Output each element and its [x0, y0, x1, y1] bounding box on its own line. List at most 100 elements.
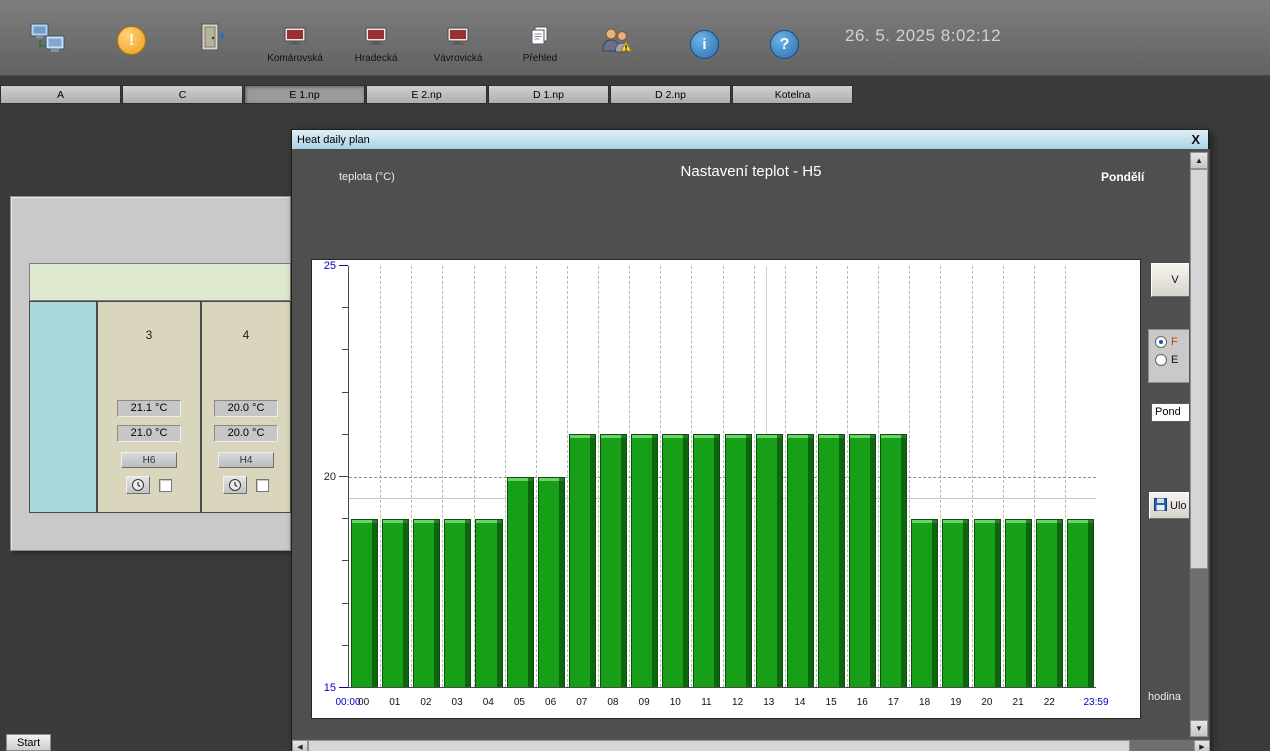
- info-icon: i: [690, 30, 719, 59]
- temp-bar-23[interactable]: [1067, 519, 1094, 687]
- dialog-titlebar[interactable]: Heat daily plan X: [292, 130, 1208, 149]
- x-tick-label: 07: [576, 697, 587, 708]
- temp-bar-18[interactable]: [911, 519, 938, 687]
- help-button[interactable]: ?: [770, 30, 799, 59]
- desktop: ! Komárovská Hradecká: [0, 0, 1270, 751]
- temp-bar-10[interactable]: [662, 434, 689, 687]
- tab-d-1-np[interactable]: D 1.np: [488, 85, 609, 104]
- x-tick-label: 08: [607, 697, 618, 708]
- tab-e-2-np[interactable]: E 2.np: [366, 85, 487, 104]
- temp-bar-04[interactable]: [475, 519, 502, 687]
- schedule-clock-button[interactable]: [126, 476, 150, 494]
- x-tick-label: 15: [826, 697, 837, 708]
- monitor-icon: [447, 27, 469, 51]
- hradecka-button[interactable]: Hradecká: [343, 27, 409, 64]
- x-tick-label: 06: [545, 697, 556, 708]
- monitor-icon: [284, 27, 306, 51]
- temp-bar-19[interactable]: [942, 519, 969, 687]
- floor-tab-bar: ACE 1.npE 2.npD 1.npD 2.npKotelna: [0, 85, 854, 104]
- room-checkbox[interactable]: [256, 479, 269, 492]
- komarovska-button[interactable]: Komárovská: [260, 27, 330, 64]
- radio-label: F: [1171, 336, 1178, 348]
- floor-plan-rooms: 3 21.1 °C 21.0 °C H6 4 20.0 °C 20.0 °C H…: [29, 301, 291, 513]
- info-button[interactable]: i: [690, 30, 719, 59]
- users-button[interactable]: [600, 26, 634, 61]
- y-tick: [339, 687, 348, 688]
- temp-bar-07[interactable]: [569, 434, 596, 687]
- x-tick-label: 13: [763, 697, 774, 708]
- scroll-down-arrow-icon[interactable]: ▼: [1190, 720, 1208, 737]
- horizontal-scrollbar[interactable]: ◀ ▶: [292, 739, 1210, 751]
- network-button[interactable]: [30, 22, 66, 61]
- chart-plot-area[interactable]: [348, 266, 1096, 688]
- temp-bar-17[interactable]: [880, 434, 907, 687]
- start-button[interactable]: Start: [6, 734, 51, 751]
- close-icon[interactable]: X: [1188, 131, 1203, 148]
- prehled-button[interactable]: Přehled: [512, 26, 568, 64]
- temp-bar-22[interactable]: [1036, 519, 1063, 687]
- temp-bar-08[interactable]: [600, 434, 627, 687]
- schedule-clock-button[interactable]: [223, 476, 247, 494]
- temp-bar-14[interactable]: [787, 434, 814, 687]
- clock-icon: [228, 478, 242, 492]
- y-axis: 152025: [312, 266, 348, 688]
- scroll-right-arrow-icon[interactable]: ▶: [1194, 740, 1210, 751]
- help-icon: ?: [770, 30, 799, 59]
- vavrovicka-button[interactable]: Vávrovická: [422, 27, 494, 64]
- tab-e-1-np[interactable]: E 1.np: [244, 85, 365, 104]
- room-temp-actual: 20.0 °C: [214, 400, 278, 417]
- horizontal-scrollbar-thumb[interactable]: [308, 740, 1130, 751]
- temp-bar-15[interactable]: [818, 434, 845, 687]
- x-tick-label: 19: [950, 697, 961, 708]
- radio-selected-icon: [1155, 336, 1167, 348]
- x-tick-label: 05: [514, 697, 525, 708]
- mode-radio-option-1[interactable]: F: [1155, 336, 1178, 348]
- x-tick-label: 23:59: [1083, 697, 1108, 708]
- temp-bar-16[interactable]: [849, 434, 876, 687]
- x-tick-label: 01: [389, 697, 400, 708]
- scroll-up-arrow-icon[interactable]: ▲: [1190, 152, 1208, 169]
- temp-bar-21[interactable]: [1005, 519, 1032, 687]
- exit-button[interactable]: [198, 22, 228, 59]
- tab-c[interactable]: C: [122, 85, 243, 104]
- temp-bar-00[interactable]: [351, 519, 378, 687]
- heater-unit-button[interactable]: H6: [121, 452, 177, 468]
- floor-plan-panel: 3 21.1 °C 21.0 °C H6 4 20.0 °C 20.0 °C H…: [10, 196, 291, 551]
- room-temp-actual: 21.1 °C: [117, 400, 181, 417]
- y-tick-label: 15: [324, 682, 336, 694]
- y-tick: [339, 476, 348, 477]
- x-tick-label: 10: [670, 697, 681, 708]
- x-tick-label: 04: [483, 697, 494, 708]
- x-tick-label: 00:00: [335, 697, 360, 708]
- mode-radio-option-2[interactable]: E: [1155, 354, 1178, 366]
- alarm-button[interactable]: !: [117, 26, 146, 55]
- temp-bar-06[interactable]: [538, 477, 565, 688]
- x-tick-label: 09: [639, 697, 650, 708]
- heater-unit-button[interactable]: H4: [218, 452, 274, 468]
- komarovska-label: Komárovská: [267, 53, 323, 64]
- tab-kotelna[interactable]: Kotelna: [732, 85, 853, 104]
- temp-bar-20[interactable]: [974, 519, 1001, 687]
- x-tick-label: 11: [701, 697, 711, 708]
- radio-label: E: [1171, 354, 1178, 366]
- x-tick-label: 21: [1013, 697, 1024, 708]
- y-tick-label: 20: [324, 471, 336, 483]
- tab-a[interactable]: A: [0, 85, 121, 104]
- temp-bar-12[interactable]: [725, 434, 752, 687]
- vertical-scrollbar-thumb[interactable]: [1190, 169, 1208, 569]
- room-checkbox[interactable]: [159, 479, 172, 492]
- temp-bar-05[interactable]: [507, 477, 534, 688]
- temp-bar-13[interactable]: [756, 434, 783, 687]
- temp-bar-03[interactable]: [444, 519, 471, 687]
- temp-bar-01[interactable]: [382, 519, 409, 687]
- scroll-left-arrow-icon[interactable]: ◀: [292, 740, 308, 751]
- y-tick-label: 25: [324, 260, 336, 272]
- exit-door-icon: [198, 22, 228, 59]
- temp-bar-02[interactable]: [413, 519, 440, 687]
- vertical-scrollbar[interactable]: ▲ ▼: [1189, 151, 1209, 738]
- grid-hline-20: [349, 477, 1096, 478]
- chart-heading: Nastavení teplot - H5: [292, 163, 1210, 180]
- temp-bar-09[interactable]: [631, 434, 658, 687]
- temp-bar-11[interactable]: [693, 434, 720, 687]
- tab-d-2-np[interactable]: D 2.np: [610, 85, 731, 104]
